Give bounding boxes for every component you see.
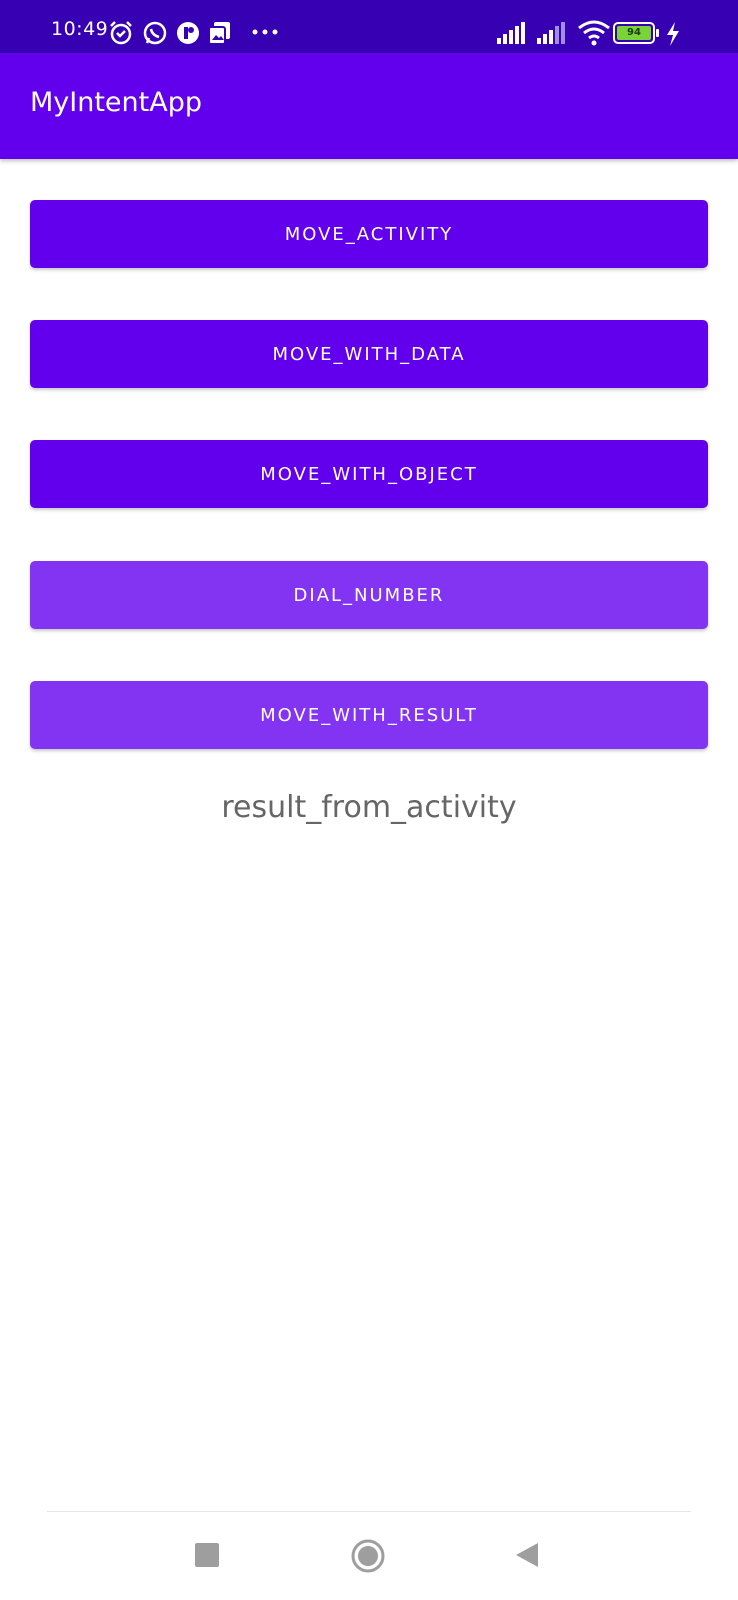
- result-text: result_from_activity: [221, 790, 517, 825]
- wifi-icon: [578, 20, 610, 46]
- move-with-object-button[interactable]: MOVE_WITH_OBJECT: [30, 440, 708, 508]
- app-title: MyIntentApp: [30, 87, 202, 118]
- nav-divider: [47, 1511, 691, 1512]
- gallery-icon: [208, 22, 230, 45]
- status-bar: 10:49 94: [0, 0, 738, 53]
- signal-icon: [497, 22, 525, 44]
- more-notifications-icon: [252, 29, 278, 35]
- move-activity-button[interactable]: MOVE_ACTIVITY: [30, 200, 708, 268]
- app-bar: MyIntentApp: [0, 53, 738, 159]
- recents-icon[interactable]: [195, 1543, 219, 1567]
- move-with-result-button[interactable]: MOVE_WITH_RESULT: [30, 681, 708, 749]
- charging-icon: [667, 22, 679, 46]
- signal-icon: [537, 22, 565, 44]
- back-icon[interactable]: [516, 1543, 538, 1567]
- home-icon[interactable]: [350, 1538, 386, 1574]
- dial-number-button[interactable]: DIAL_NUMBER: [30, 561, 708, 629]
- whatsapp-icon: [143, 21, 167, 45]
- app-notification-icon: [177, 22, 199, 44]
- status-icons-right: 94: [497, 18, 697, 48]
- status-time: 10:49: [51, 18, 109, 40]
- battery-level: 94: [627, 27, 641, 38]
- alarm-icon: [110, 21, 132, 45]
- move-with-data-button[interactable]: MOVE_WITH_DATA: [30, 320, 708, 388]
